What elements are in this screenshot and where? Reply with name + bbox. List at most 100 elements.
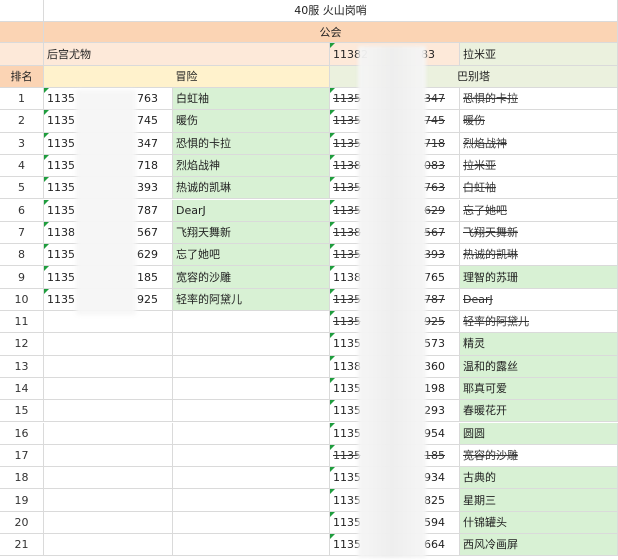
rank-cell[interactable]: 6 <box>0 199 44 222</box>
left-member-name-cell[interactable] <box>173 467 330 490</box>
left-member-id-cell[interactable]: 1135 787 <box>44 199 173 222</box>
right-member-name-cell[interactable]: 烈焰战神 <box>460 132 618 155</box>
left-member-id-cell[interactable]: 1138 567 <box>44 221 173 245</box>
right-member-id-cell[interactable]: 1135 934 <box>330 467 460 490</box>
right-member-id-cell[interactable]: 1135 573 <box>330 333 460 356</box>
left-guild-name[interactable]: 后宫尤物 <box>44 43 330 66</box>
left-member-name-cell[interactable] <box>173 422 330 445</box>
right-member-name-cell[interactable]: 温和的露丝 <box>460 355 618 378</box>
right-member-name-cell[interactable]: 古典的 <box>460 467 618 490</box>
left-member-name-cell[interactable] <box>173 400 330 423</box>
left-member-name-cell[interactable] <box>173 444 330 468</box>
corner-cell[interactable] <box>0 0 44 22</box>
right-member-id-cell[interactable]: 1138 765 <box>330 266 460 289</box>
left-member-name-cell[interactable]: 烈焰战神 <box>173 154 330 178</box>
left-member-id-cell[interactable] <box>44 511 173 534</box>
right-member-id-cell[interactable]: 1135 925 <box>330 311 460 334</box>
right-member-id-cell[interactable]: 1135 347 <box>330 88 460 111</box>
right-member-name-cell[interactable]: 飞翔天舞新 <box>460 221 618 245</box>
right-member-name-cell[interactable]: 理智的苏珊 <box>460 266 618 289</box>
right-member-name-cell[interactable]: 热诚的凯琳 <box>460 244 618 267</box>
left-member-id-cell[interactable] <box>44 489 173 512</box>
left-member-id-cell[interactable]: 1135 185 <box>44 266 173 289</box>
right-guild-id[interactable]: 11382 83 <box>330 43 460 66</box>
left-member-name-cell[interactable]: 忘了她吧 <box>173 244 330 267</box>
right-member-id-cell[interactable]: 1135 664 <box>330 534 460 557</box>
right-member-id-cell[interactable]: 1138 360 <box>330 355 460 378</box>
right-member-name-cell[interactable]: 白虹袖 <box>460 177 618 200</box>
rank-cell[interactable]: 1 <box>0 88 44 111</box>
rank-cell[interactable]: 15 <box>0 400 44 423</box>
left-member-name-cell[interactable] <box>173 333 330 356</box>
rank-cell[interactable]: 3 <box>0 132 44 155</box>
left-member-name-cell[interactable] <box>173 511 330 534</box>
right-member-id-cell[interactable]: 1138 567 <box>330 221 460 245</box>
rank-cell[interactable]: 17 <box>0 444 44 468</box>
left-member-name-cell[interactable] <box>173 355 330 378</box>
right-member-id-cell[interactable]: 1135 787 <box>330 288 460 311</box>
rank-cell[interactable]: 18 <box>0 467 44 490</box>
left-member-name-cell[interactable] <box>173 377 330 401</box>
right-member-name-cell[interactable]: 轻率的阿黛儿 <box>460 311 618 334</box>
rank-cell[interactable]: 14 <box>0 377 44 401</box>
left-member-name-cell[interactable] <box>173 311 330 334</box>
rank-cell[interactable]: 16 <box>0 422 44 445</box>
right-member-name-cell[interactable]: 春暖花开 <box>460 400 618 423</box>
right-member-id-cell[interactable]: 1135 763 <box>330 177 460 200</box>
rank-cell[interactable]: 21 <box>0 534 44 557</box>
right-member-id-cell[interactable]: 1135 825 <box>330 489 460 512</box>
rank-cell[interactable]: 8 <box>0 244 44 267</box>
right-member-name-cell[interactable]: 暖伤 <box>460 110 618 133</box>
left-member-id-cell[interactable]: 1135 629 <box>44 244 173 267</box>
right-member-id-cell[interactable]: 1135 185 <box>330 444 460 468</box>
right-member-name-cell[interactable]: 西风冷画屏 <box>460 534 618 557</box>
right-member-id-cell[interactable]: 1135 594 <box>330 511 460 534</box>
right-member-name-cell[interactable]: DearJ <box>460 288 618 311</box>
right-member-id-cell[interactable]: 1135 718 <box>330 132 460 155</box>
right-member-name-cell[interactable]: 拉米亚 <box>460 154 618 178</box>
right-guild-name[interactable]: 拉米亚 <box>460 43 618 66</box>
left-member-id-cell[interactable] <box>44 355 173 378</box>
right-member-id-cell[interactable]: 1135 393 <box>330 244 460 267</box>
left-member-id-cell[interactable]: 1135 763 <box>44 88 173 111</box>
rank-cell[interactable]: 20 <box>0 511 44 534</box>
right-member-id-cell[interactable]: 1135 293 <box>330 400 460 423</box>
left-member-id-cell[interactable]: 1135 393 <box>44 177 173 200</box>
rank-cell[interactable]: 13 <box>0 355 44 378</box>
right-member-name-cell[interactable]: 宽容的沙雕 <box>460 444 618 468</box>
right-member-name-cell[interactable]: 什锦罐头 <box>460 511 618 534</box>
rank-cell[interactable]: 4 <box>0 154 44 178</box>
left-member-id-cell[interactable]: 1135 718 <box>44 154 173 178</box>
left-member-id-cell[interactable] <box>44 377 173 401</box>
rank-cell[interactable]: 12 <box>0 333 44 356</box>
right-member-name-cell[interactable]: 精灵 <box>460 333 618 356</box>
left-member-id-cell[interactable] <box>44 534 173 557</box>
left-member-id-cell[interactable] <box>44 422 173 445</box>
left-member-id-cell[interactable] <box>44 333 173 356</box>
guild-row-blank[interactable] <box>0 22 44 43</box>
right-member-id-cell[interactable]: 1135 198 <box>330 377 460 401</box>
right-member-id-cell[interactable]: 1138 083 <box>330 154 460 178</box>
left-member-name-cell[interactable]: 白虹袖 <box>173 88 330 111</box>
rank-cell[interactable]: 5 <box>0 177 44 200</box>
right-member-name-cell[interactable]: 耶真可爱 <box>460 377 618 401</box>
right-member-id-cell[interactable]: 1135 954 <box>330 422 460 445</box>
rank-cell[interactable]: 11 <box>0 311 44 334</box>
right-member-name-cell[interactable]: 圆圆 <box>460 422 618 445</box>
left-member-id-cell[interactable] <box>44 444 173 468</box>
left-member-name-cell[interactable]: 轻率的阿黛儿 <box>173 288 330 311</box>
right-member-name-cell[interactable]: 忘了她吧 <box>460 199 618 222</box>
left-member-id-cell[interactable] <box>44 467 173 490</box>
name-row-blank[interactable] <box>0 43 44 66</box>
rank-cell[interactable]: 9 <box>0 266 44 289</box>
left-member-name-cell[interactable] <box>173 489 330 512</box>
right-section-header[interactable]: 巴别塔 <box>330 66 618 88</box>
left-member-name-cell[interactable] <box>173 534 330 557</box>
right-member-name-cell[interactable]: 恐惧的卡拉 <box>460 88 618 111</box>
rank-cell[interactable]: 2 <box>0 110 44 133</box>
left-member-id-cell[interactable] <box>44 311 173 334</box>
left-member-id-cell[interactable]: 1135 925 <box>44 288 173 311</box>
right-member-id-cell[interactable]: 1135 629 <box>330 199 460 222</box>
left-member-name-cell[interactable]: 热诚的凯琳 <box>173 177 330 200</box>
left-member-id-cell[interactable]: 1135 347 <box>44 132 173 155</box>
